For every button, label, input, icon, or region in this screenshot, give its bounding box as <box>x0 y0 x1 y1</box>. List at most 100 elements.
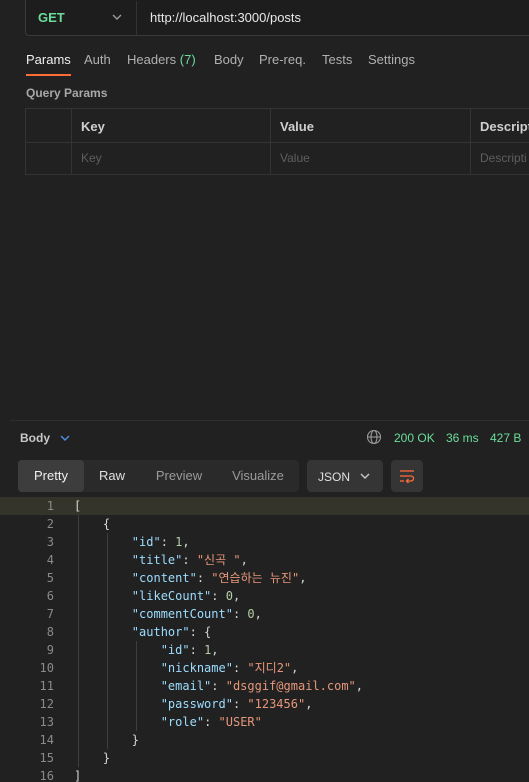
code-token: , <box>211 643 219 657</box>
code-token: : <box>160 535 176 549</box>
code-line: 5 "content": "연습하는 뉴진", <box>0 569 529 587</box>
line-number: 11 <box>39 679 54 693</box>
tab-tests[interactable]: Tests <box>322 52 352 67</box>
tab-raw[interactable]: Raw <box>84 460 140 492</box>
code-text: [ <box>74 497 81 515</box>
tab-body[interactable]: Body <box>214 52 244 67</box>
code-token: "id" <box>160 643 190 657</box>
description-input[interactable]: Descripti <box>480 151 527 165</box>
tab-auth[interactable]: Auth <box>84 52 111 67</box>
code-token: 0 <box>247 607 255 621</box>
chevron-down-icon[interactable] <box>110 10 124 24</box>
column-header-description: Descripti <box>480 119 529 134</box>
tab-headers[interactable]: Headers (7) <box>127 52 196 67</box>
code-token: , <box>240 553 248 567</box>
code-token: : <box>211 589 226 603</box>
key-input[interactable]: Key <box>81 151 102 165</box>
code-line: 8 "author": { <box>0 623 529 641</box>
code-text: "id": 1, <box>74 533 190 551</box>
response-body-dropdown[interactable]: Body <box>20 431 50 445</box>
code-token: "title" <box>131 553 183 567</box>
status-code[interactable]: 200 OK <box>394 431 435 445</box>
code-token: : <box>189 643 205 657</box>
url-input[interactable]: http://localhost:3000/posts <box>150 10 301 25</box>
url-bar: GET http://localhost:3000/posts <box>25 0 529 36</box>
code-text: } <box>74 731 139 749</box>
code-token: , <box>355 679 364 693</box>
code-line: 10 "nickname": "지디2", <box>0 659 529 677</box>
code-text: "id": 1, <box>74 641 219 659</box>
chevron-down-icon[interactable] <box>58 431 72 445</box>
tab-pretty[interactable]: Pretty <box>18 460 84 492</box>
code-line: 4 "title": "신곡 ", <box>0 551 529 569</box>
wrap-lines-button[interactable] <box>391 460 423 492</box>
value-input[interactable]: Value <box>280 151 310 165</box>
response-time[interactable]: 36 ms <box>446 431 479 445</box>
line-number: 5 <box>46 571 54 585</box>
line-number: 16 <box>39 769 54 782</box>
code-line: 9 "id": 1, <box>0 641 529 659</box>
code-token: , <box>182 535 190 549</box>
query-params-table: Key Value Descripti Key Value Descripti <box>25 108 529 175</box>
line-number: 1 <box>46 499 54 513</box>
line-number: 6 <box>46 589 54 603</box>
code-token: "지디2" <box>247 661 292 675</box>
code-token: "role" <box>160 715 205 729</box>
wrap-lines-icon <box>400 470 415 484</box>
line-number: 14 <box>39 733 54 747</box>
tab-visualize[interactable]: Visualize <box>218 460 298 492</box>
code-token: "author" <box>131 625 190 639</box>
line-number: 7 <box>46 607 54 621</box>
pane-divider[interactable] <box>10 420 529 421</box>
code-line: 1[ <box>0 497 529 515</box>
line-number: 10 <box>39 661 54 675</box>
format-label: JSON <box>318 470 351 484</box>
code-token: "commentCount" <box>131 607 233 621</box>
code-token: "password" <box>160 697 233 711</box>
code-text: "nickname": "지디2", <box>74 659 299 677</box>
code-token: , <box>299 571 307 585</box>
code-line: 16] <box>0 767 529 782</box>
line-number: 2 <box>46 517 54 531</box>
tab-settings[interactable]: Settings <box>368 52 415 67</box>
line-number: 3 <box>46 535 54 549</box>
method-select[interactable]: GET <box>38 10 65 25</box>
format-select[interactable]: JSON <box>307 460 383 492</box>
code-token: : <box>232 697 248 711</box>
url-separator <box>136 1 137 35</box>
code-token: "USER" <box>218 715 262 729</box>
code-line: 12 "password": "123456", <box>0 695 529 713</box>
globe-icon[interactable] <box>366 429 382 445</box>
code-text: "title": "신곡 ", <box>74 551 248 569</box>
code-token: , <box>305 697 313 711</box>
code-token: : <box>204 715 219 729</box>
code-token: : <box>196 571 212 585</box>
code-token: : <box>232 661 248 675</box>
code-token: : <box>211 679 226 693</box>
response-size[interactable]: 427 B <box>490 431 521 445</box>
code-line: 2 { <box>0 515 529 533</box>
response-body-editor[interactable]: 1[2 {3 "id": 1, 4 "title": "신곡 ", 5 "conte… <box>0 497 529 782</box>
code-text: "password": "123456", <box>74 695 313 713</box>
tab-params[interactable]: Params <box>26 52 71 76</box>
code-text: "commentCount": 0, <box>74 605 262 623</box>
chevron-down-icon <box>360 473 370 479</box>
tab-pre-request[interactable]: Pre-req. <box>259 52 306 67</box>
headers-count: (7) <box>179 52 196 67</box>
code-token: } <box>74 751 111 765</box>
line-number: 13 <box>39 715 54 729</box>
code-token: ] <box>74 769 82 782</box>
code-token: : <box>182 553 197 567</box>
code-token: [ <box>74 499 82 513</box>
tab-preview[interactable]: Preview <box>142 460 216 492</box>
code-token: : <box>232 607 248 621</box>
view-mode-tabs: Pretty Raw Preview Visualize <box>18 460 299 492</box>
